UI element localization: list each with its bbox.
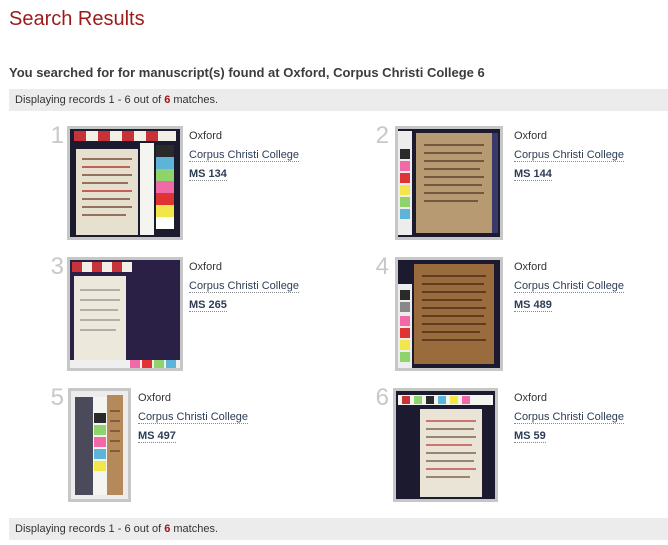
- records-middle: out of: [130, 523, 165, 535]
- shelfmark-link[interactable]: MS 134: [189, 168, 227, 181]
- institution-link[interactable]: Corpus Christi College: [514, 149, 625, 162]
- manuscript-image-icon: [71, 391, 128, 499]
- result-item: 3 Oxford Corpus Christi College MS 265: [40, 253, 360, 371]
- manuscript-thumbnail[interactable]: [395, 257, 503, 371]
- manuscript-image-icon: [70, 129, 180, 237]
- result-details: Oxford Corpus Christi College MS 265: [189, 258, 300, 315]
- records-range: 1 - 6: [108, 523, 131, 535]
- result-item: 2 Oxford Corpus Christi College MS 144: [365, 122, 668, 240]
- result-number: 6: [375, 384, 389, 411]
- records-middle: out of: [130, 94, 165, 106]
- result-number: 5: [50, 384, 64, 411]
- manuscript-thumbnail[interactable]: [67, 126, 183, 240]
- result-details: Oxford Corpus Christi College MS 489: [514, 258, 625, 315]
- result-details: Oxford Corpus Christi College MS 134: [189, 127, 300, 184]
- result-number: 2: [375, 122, 389, 149]
- institution-link[interactable]: Corpus Christi College: [138, 411, 249, 424]
- records-suffix: matches.: [170, 94, 219, 106]
- result-city: Oxford: [514, 392, 548, 404]
- manuscript-image-icon: [398, 129, 500, 237]
- search-query-summary: You searched for for manuscript(s) found…: [9, 65, 485, 80]
- institution-link[interactable]: Corpus Christi College: [514, 280, 625, 293]
- records-prefix: Displaying records: [15, 94, 109, 106]
- page-title: Search Results: [9, 8, 145, 30]
- result-item: 5 Oxford Corpus Christi College MS 497: [40, 384, 360, 502]
- result-city: Oxford: [189, 261, 223, 273]
- result-number: 1: [50, 122, 64, 149]
- manuscript-thumbnail[interactable]: [67, 257, 183, 371]
- result-city: Oxford: [138, 392, 172, 404]
- manuscript-image-icon: [70, 260, 180, 368]
- institution-link[interactable]: Corpus Christi College: [189, 149, 300, 162]
- manuscript-image-icon: [398, 260, 500, 368]
- institution-link[interactable]: Corpus Christi College: [514, 411, 625, 424]
- records-summary-top: Displaying records 1 - 6 out of 6 matche…: [9, 89, 668, 111]
- shelfmark-link[interactable]: MS 144: [514, 168, 552, 181]
- manuscript-thumbnail[interactable]: [393, 388, 498, 502]
- result-number: 4: [375, 253, 389, 280]
- result-item: 4 Oxford Corpus Christi College MS 489: [365, 253, 668, 371]
- records-range: 1 - 6: [108, 94, 131, 106]
- result-city: Oxford: [514, 261, 548, 273]
- result-details: Oxford Corpus Christi College MS 497: [138, 389, 249, 446]
- shelfmark-link[interactable]: MS 497: [138, 430, 176, 443]
- records-summary-bottom: Displaying records 1 - 6 out of 6 matche…: [9, 518, 668, 540]
- result-item: 1 Oxford Corpus Christi College MS 134: [40, 122, 360, 240]
- manuscript-thumbnail[interactable]: [395, 126, 503, 240]
- result-number: 3: [50, 253, 64, 280]
- result-item: 6 Oxford Corpus Christi College MS 59: [365, 384, 668, 502]
- manuscript-image-icon: [396, 391, 495, 499]
- institution-link[interactable]: Corpus Christi College: [189, 280, 300, 293]
- shelfmark-link[interactable]: MS 265: [189, 299, 227, 312]
- records-prefix: Displaying records: [15, 523, 109, 535]
- manuscript-thumbnail[interactable]: [68, 388, 131, 502]
- records-suffix: matches.: [170, 523, 219, 535]
- result-details: Oxford Corpus Christi College MS 59: [514, 389, 625, 446]
- result-city: Oxford: [514, 130, 548, 142]
- result-details: Oxford Corpus Christi College MS 144: [514, 127, 625, 184]
- shelfmark-link[interactable]: MS 489: [514, 299, 552, 312]
- shelfmark-link[interactable]: MS 59: [514, 430, 546, 443]
- result-city: Oxford: [189, 130, 223, 142]
